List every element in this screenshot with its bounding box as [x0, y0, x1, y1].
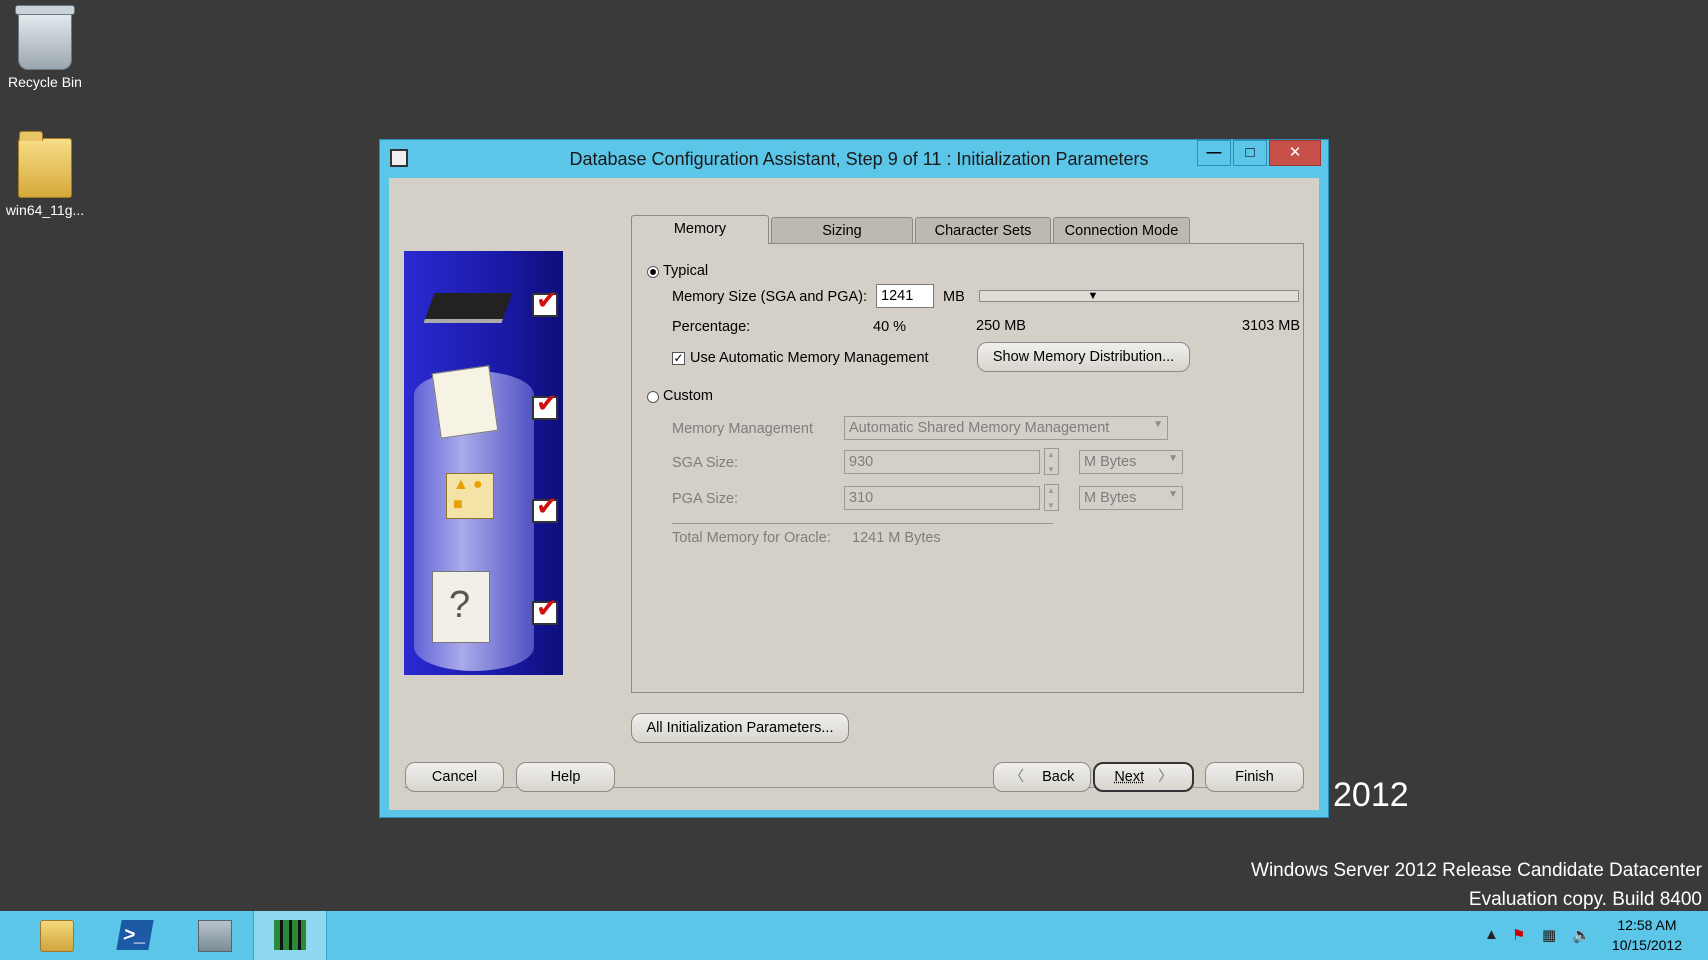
dialog-client-area: ▲ ● ■ ? Memory Sizing Character Sets Con… — [389, 178, 1319, 810]
taskbar: >_ ▲ ⚑ ▦ 🔈 12:58 AM 10/15/2012 — [0, 911, 1708, 960]
build-line-2: Evaluation copy. Build 8400 — [1468, 889, 1702, 910]
help-button[interactable]: Help — [516, 762, 615, 792]
memory-size-unit: MB — [943, 289, 965, 305]
os-brand-year: 2012 — [1333, 776, 1409, 814]
memory-size-input[interactable]: 1241 — [876, 284, 934, 308]
chevron-left-icon: 〈 — [1009, 769, 1025, 785]
show-memory-distribution-button[interactable]: Show Memory Distribution... — [977, 342, 1190, 372]
step-check-icon — [532, 388, 558, 420]
total-memory-label: Total Memory for Oracle: — [672, 530, 831, 546]
wizard-illustration: ▲ ● ■ ? — [404, 251, 563, 675]
back-button-label: Back — [1042, 769, 1075, 785]
clock-time: 12:58 AM — [1617, 917, 1677, 933]
dbca-window: Database Configuration Assistant, Step 9… — [379, 139, 1329, 818]
build-line-1: Windows Server 2012 Release Candidate Da… — [1251, 860, 1702, 881]
step-check-icon — [532, 593, 558, 625]
back-button[interactable]: 〈 Back — [993, 762, 1091, 792]
total-memory-value: 1241 M Bytes — [852, 530, 941, 546]
sga-unit-select[interactable]: M Bytes ▼ — [1079, 450, 1183, 474]
sga-size-stepper[interactable] — [1044, 448, 1059, 475]
tab-sizing[interactable]: Sizing — [771, 217, 913, 244]
custom-radio[interactable] — [647, 391, 659, 403]
custom-label: Custom — [663, 388, 713, 404]
pga-size-input[interactable]: 310 — [844, 486, 1040, 510]
pga-unit-value: M Bytes — [1084, 490, 1137, 506]
slider-max-label: 3103 MB — [1242, 318, 1301, 334]
memory-chip-icon — [423, 293, 513, 323]
slider-min-label: 250 MB — [976, 318, 1026, 334]
minimize-button[interactable]: — — [1197, 140, 1231, 166]
powershell-icon: >_ — [116, 920, 154, 950]
step-check-icon — [532, 491, 558, 523]
title-bar[interactable]: Database Configuration Assistant, Step 9… — [380, 140, 1328, 178]
sga-unit-value: M Bytes — [1084, 454, 1137, 470]
file-explorer-icon — [40, 920, 74, 952]
chevron-right-icon: 〉 — [1158, 769, 1173, 785]
volume-icon[interactable]: 🔈 — [1572, 926, 1591, 944]
network-icon[interactable]: ▦ — [1542, 926, 1556, 944]
desktop-icon-label: Recycle Bin — [8, 74, 82, 90]
desktop-icon-label: win64_11g... — [5, 202, 85, 218]
memory-management-value: Automatic Shared Memory Management — [849, 420, 1110, 436]
memory-management-label: Memory Management — [672, 421, 814, 437]
taskbar-item-dbca[interactable] — [253, 911, 327, 960]
tab-memory[interactable]: Memory — [631, 215, 769, 244]
amm-label: Use Automatic Memory Management — [690, 350, 929, 366]
memory-slider[interactable]: ▼ — [979, 290, 1299, 302]
memory-management-select[interactable]: Automatic Shared Memory Management ▼ — [844, 416, 1168, 440]
typical-radio[interactable] — [647, 266, 659, 278]
finish-button[interactable]: Finish — [1205, 762, 1304, 792]
memory-size-label: Memory Size (SGA and PGA): — [672, 289, 868, 305]
divider — [672, 523, 1053, 524]
pga-size-stepper[interactable] — [1044, 484, 1059, 511]
all-initialization-parameters-button[interactable]: All Initialization Parameters... — [631, 713, 849, 743]
amm-checkbox[interactable]: ✓ — [672, 352, 685, 365]
action-center-icon[interactable]: ⚑ — [1512, 926, 1525, 944]
os-build-info: Windows Server 2012 Release Candidate Da… — [1251, 856, 1702, 914]
taskbar-item-powershell[interactable]: >_ — [99, 911, 171, 960]
next-button[interactable]: Next 〉 — [1093, 762, 1194, 792]
percentage-value: 40 % — [873, 319, 907, 335]
tab-character-sets[interactable]: Character Sets — [915, 217, 1051, 244]
taskbar-item-file-explorer[interactable] — [20, 911, 92, 960]
sga-size-input[interactable]: 930 — [844, 450, 1040, 474]
clock[interactable]: 12:58 AM 10/15/2012 — [1612, 915, 1682, 955]
chevron-down-icon: ▼ — [1168, 489, 1178, 500]
clock-date: 10/15/2012 — [1611, 937, 1682, 953]
next-button-label: Next — [1114, 769, 1145, 785]
desktop-icon-recycle-bin[interactable]: Recycle Bin — [0, 5, 90, 90]
percentage-label: Percentage: — [672, 319, 751, 335]
show-hidden-icons-icon[interactable]: ▲ — [1484, 926, 1499, 943]
step-check-icon — [532, 285, 558, 317]
recycle-bin-icon — [15, 5, 75, 70]
maximize-button[interactable]: □ — [1233, 140, 1267, 166]
sga-size-label: SGA Size: — [672, 455, 739, 471]
desktop-icon-folder[interactable]: win64_11g... — [0, 131, 90, 218]
help-documents-icon: ? — [432, 571, 490, 643]
memory-panel: Typical Memory Size (SGA and PGA): 1241 … — [631, 243, 1304, 693]
pga-size-label: PGA Size: — [672, 491, 739, 507]
server-manager-icon — [198, 920, 232, 952]
typical-label: Typical — [663, 263, 709, 279]
taskbar-item-server-manager[interactable] — [178, 911, 250, 960]
pga-unit-select[interactable]: M Bytes ▼ — [1079, 486, 1183, 510]
close-button[interactable]: ✕ — [1269, 140, 1321, 166]
window-title: Database Configuration Assistant, Step 9… — [569, 149, 1149, 169]
chevron-down-icon: ▼ — [1168, 453, 1178, 464]
folder-icon — [18, 131, 72, 198]
shapes-icon: ▲ ● ■ — [446, 473, 494, 519]
cancel-button[interactable]: Cancel — [405, 762, 504, 792]
documents-icon — [431, 365, 499, 439]
chevron-down-icon: ▼ — [1153, 419, 1163, 430]
tab-connection-mode[interactable]: Connection Mode — [1053, 217, 1190, 244]
dbca-icon — [274, 920, 306, 950]
slider-thumb-icon[interactable]: ▼ — [1086, 291, 1100, 302]
